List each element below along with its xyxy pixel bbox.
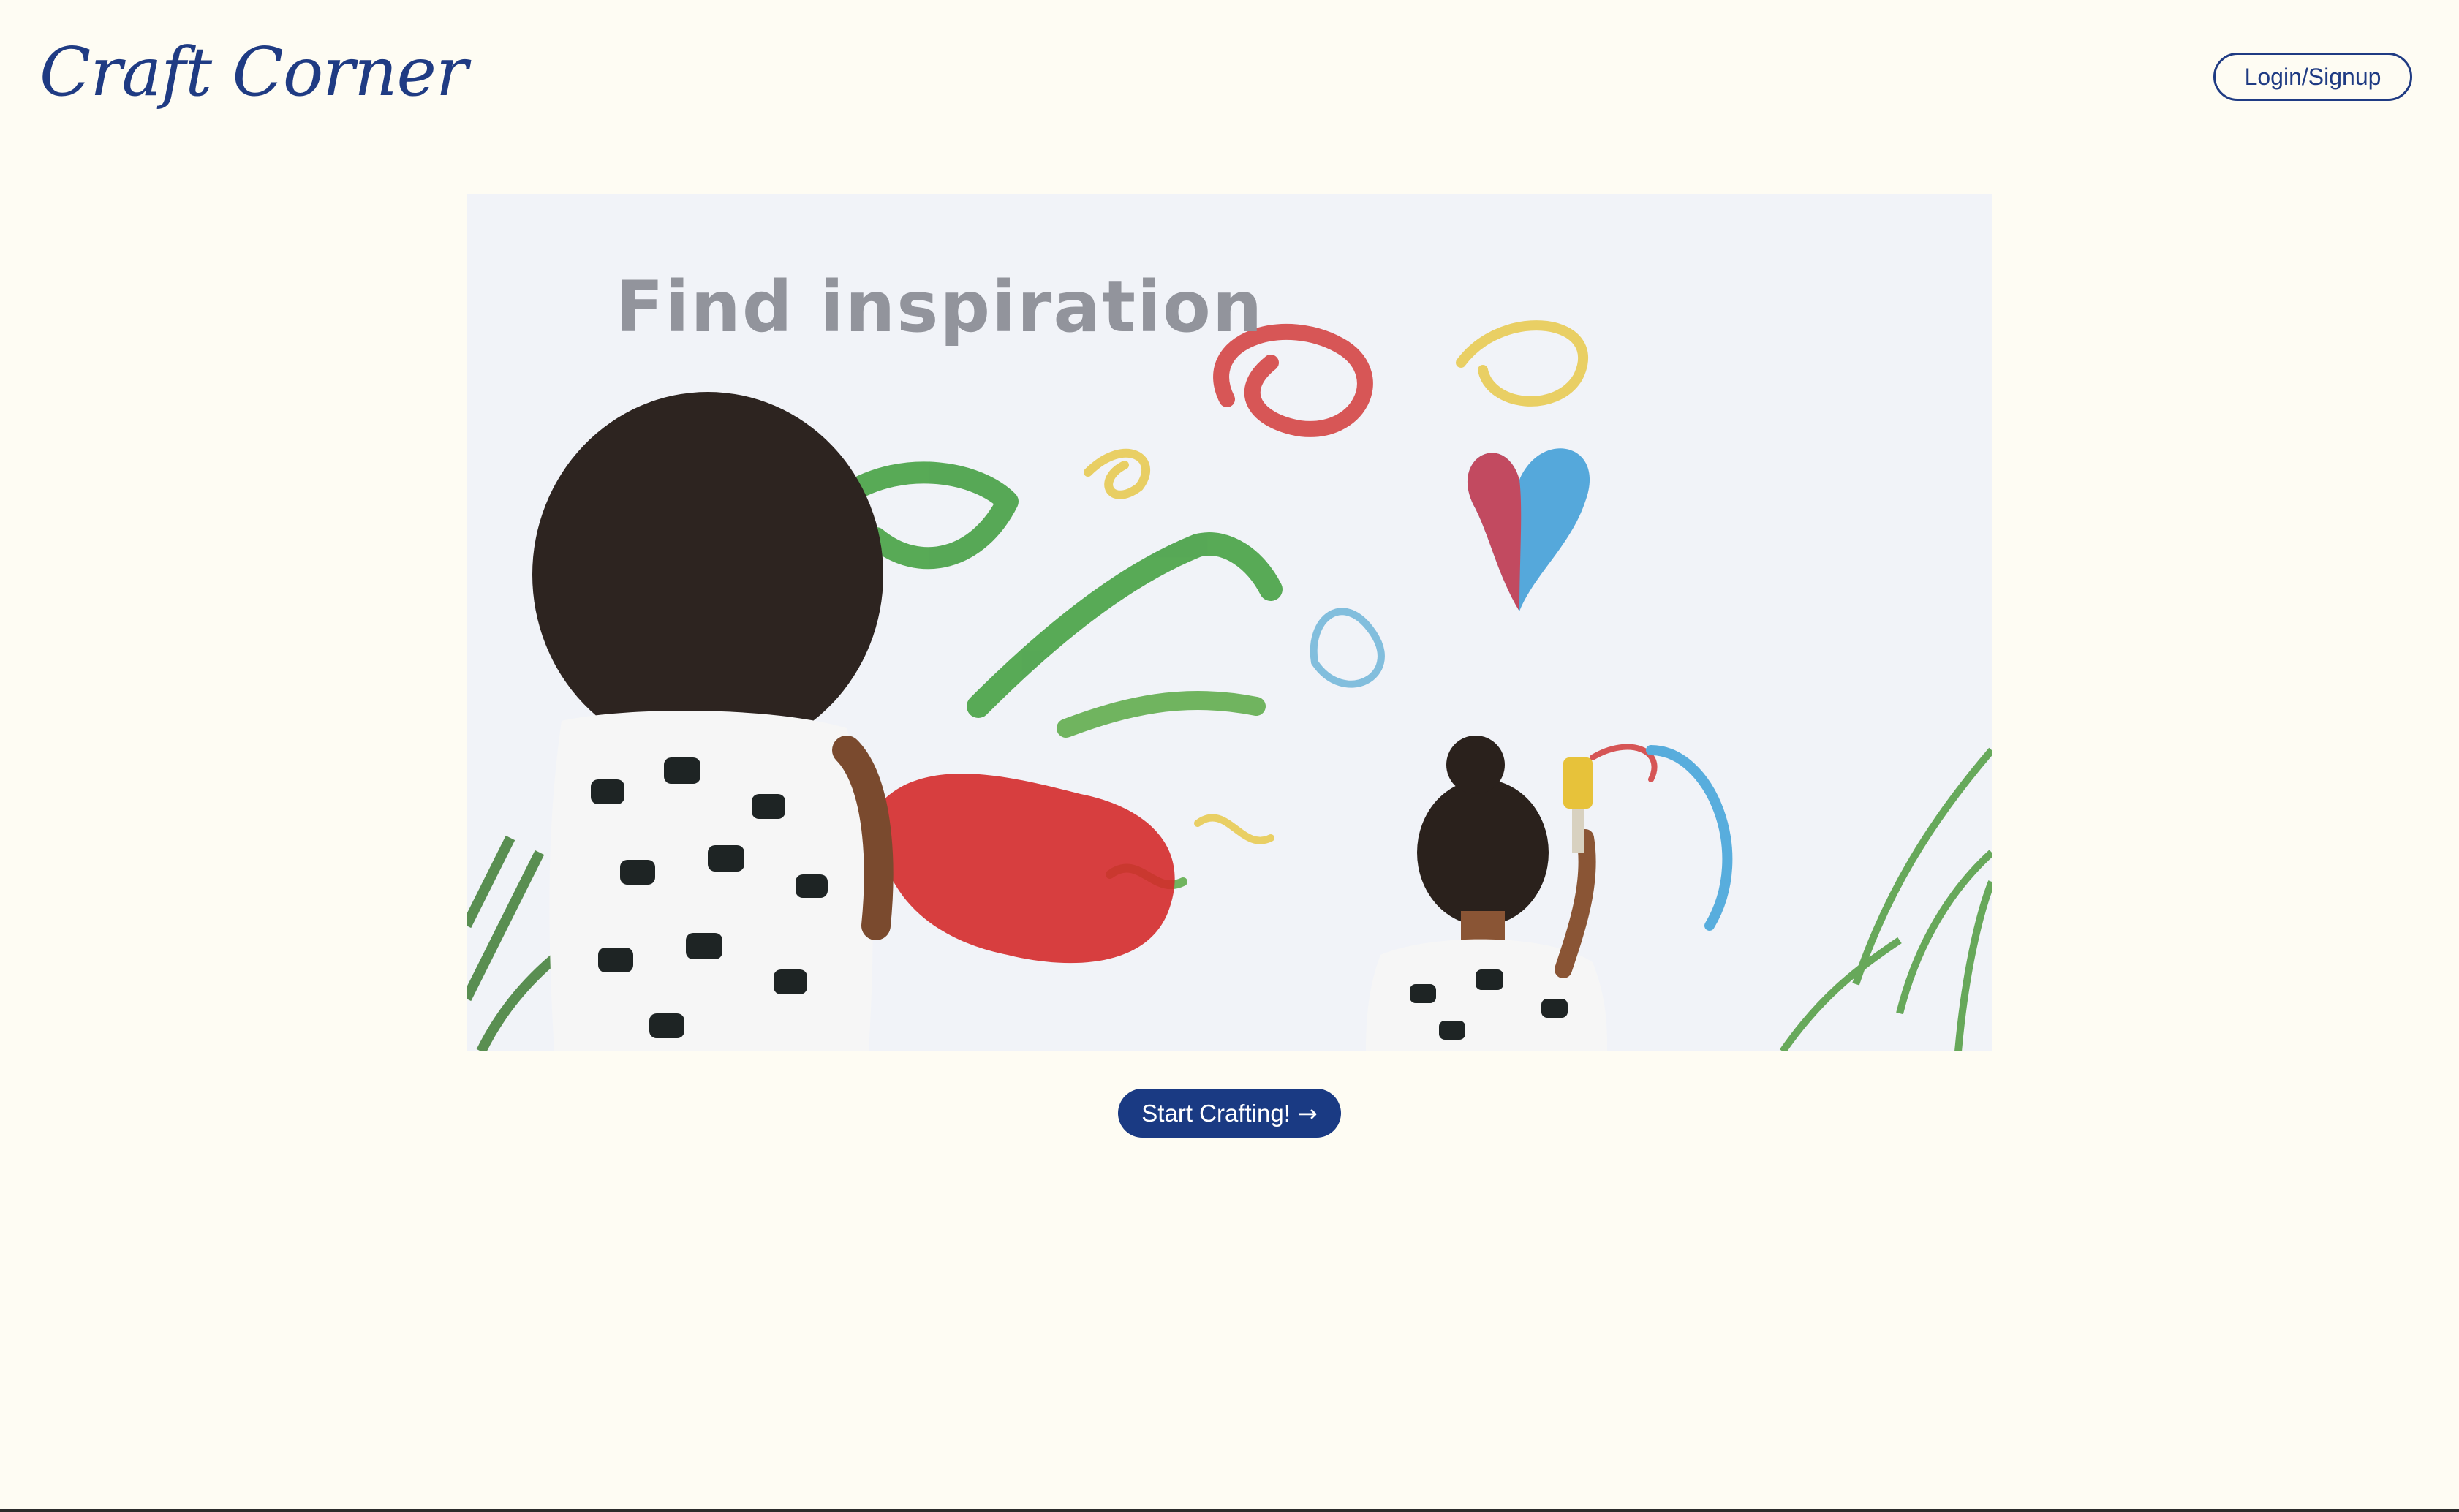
- bottom-border: [0, 1509, 2459, 1512]
- hero-video[interactable]: Find inspiration: [467, 194, 1992, 1051]
- start-crafting-button[interactable]: Start Crafting! →: [1118, 1089, 1341, 1138]
- start-crafting-label: Start Crafting!: [1141, 1099, 1291, 1127]
- site-logo[interactable]: Craft Corner: [39, 32, 468, 113]
- hero-caption: Find inspiration: [616, 266, 1264, 348]
- login-signup-button[interactable]: Login/Signup: [2213, 53, 2412, 101]
- arrow-right-icon: →: [1297, 1099, 1318, 1127]
